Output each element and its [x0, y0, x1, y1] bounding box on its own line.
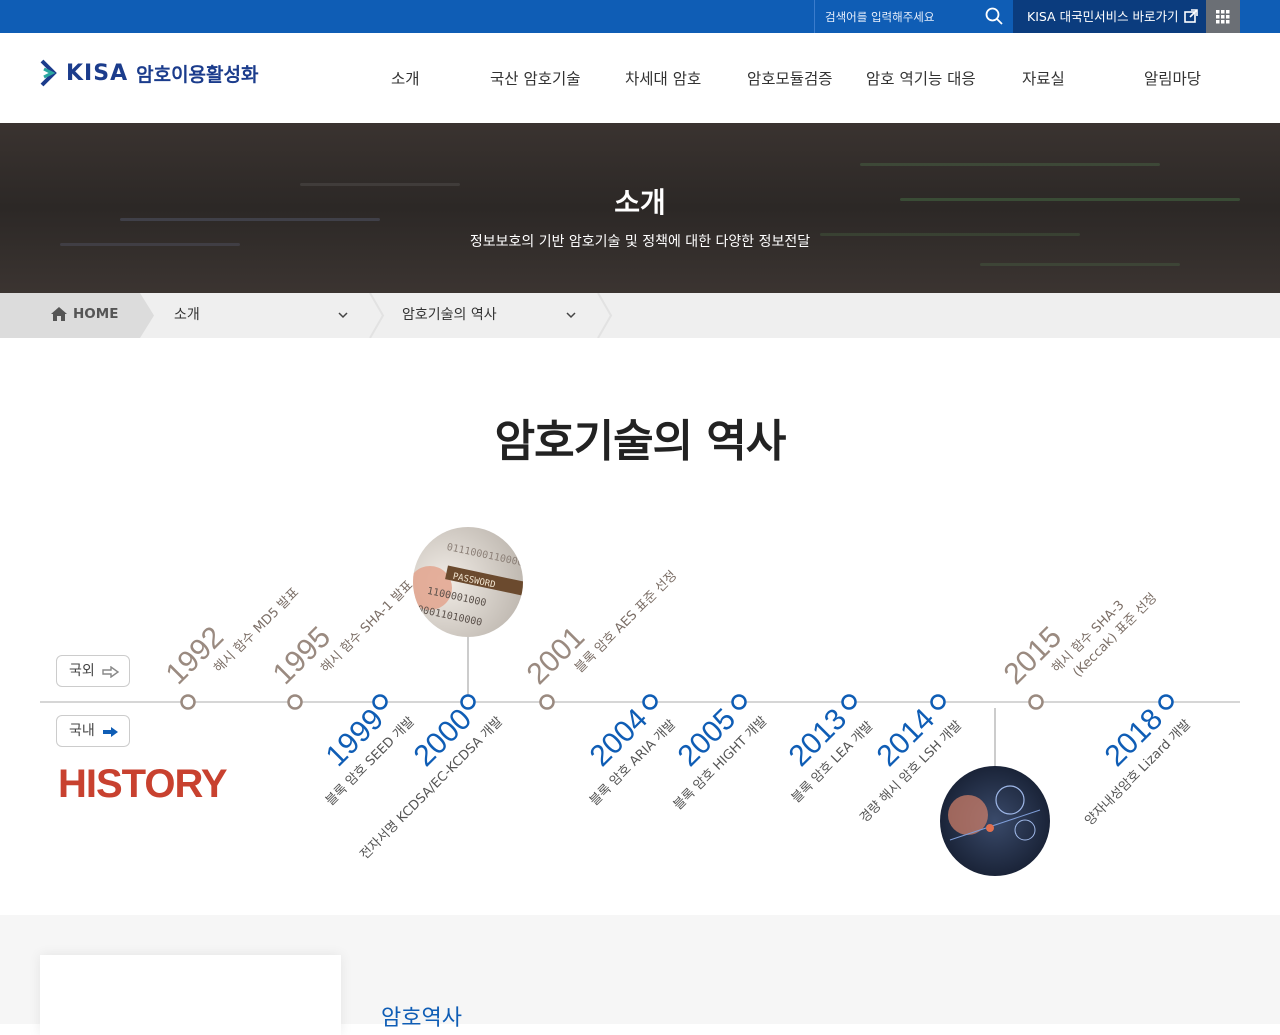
- kisa-link-label: KISA 대국민서비스 바로가기: [1027, 9, 1179, 24]
- event-text: 블록 암호 AES 표준 선정: [572, 568, 680, 676]
- nav-item-next-gen-crypto[interactable]: 차세대 암호: [625, 67, 701, 89]
- event-year: 2001: [521, 620, 592, 691]
- breadcrumb-level2-dropdown[interactable]: 암호기술의 역사: [402, 293, 582, 338]
- event-year: 1992: [160, 620, 231, 691]
- event-year: 2015: [998, 620, 1069, 691]
- password-photo: 0111000110000 PASSWORD 1100001000 100011…: [413, 527, 523, 637]
- search-button[interactable]: [983, 6, 1005, 28]
- timeline-marker-domestic: [642, 694, 658, 710]
- banner-title: 소개: [614, 186, 666, 219]
- event-domestic-2013: 2013 블록 암호 LEA 개발: [783, 702, 877, 806]
- page-banner: 소개 정보보호의 기반 암호기술 및 정책에 대한 다양한 정보전달: [0, 123, 1280, 293]
- timeline-marker-domestic: [930, 694, 946, 710]
- breadcrumb: HOME 소개 암호기술의 역사: [0, 293, 1280, 338]
- timeline-marker-foreign: [539, 694, 555, 710]
- nav-item-resources[interactable]: 자료실: [1022, 67, 1065, 89]
- event-domestic-2005: 2005 블록 암호 HIGHT 개발: [671, 702, 770, 813]
- external-link-icon: [1184, 9, 1198, 23]
- timeline-marker-domestic: [460, 694, 476, 710]
- event-foreign-2015: 2015 해시 함수 SHA-3 (Keccak) 표준 선정: [998, 591, 1161, 691]
- banner-code-line: [980, 263, 1180, 266]
- event-year: 1995: [267, 620, 338, 691]
- timeline-marker-foreign: [1028, 694, 1044, 710]
- nav-item-crypto-adverse[interactable]: 암호 역기능 대응: [866, 67, 976, 89]
- breadcrumb-separator: [140, 293, 154, 338]
- event-foreign-2001: 2001 블록 암호 AES 표준 선정: [521, 568, 681, 691]
- search-input[interactable]: [825, 7, 975, 27]
- search-box: [814, 0, 1012, 33]
- breadcrumb-level1-label: 소개: [174, 307, 200, 323]
- history-detail-card: [40, 955, 341, 1035]
- nav-item-notice[interactable]: 알림마당: [1144, 67, 1201, 89]
- banner-subtitle: 정보보호의 기반 암호기술 및 정책에 대한 다양한 정보전달: [469, 234, 811, 250]
- home-icon: [51, 307, 67, 321]
- timeline-marker-foreign: [287, 694, 303, 710]
- page-title: 암호기술의 역사: [494, 416, 787, 467]
- top-bar: KISA 대국민서비스 바로가기: [0, 0, 1280, 33]
- event-domestic-2004: 2004 블록 암호 ARIA 개발: [584, 702, 679, 809]
- timeline-marker-domestic: [731, 694, 747, 710]
- sitemap-button[interactable]: [1206, 0, 1240, 33]
- history-section-title: 암호역사: [381, 1006, 462, 1031]
- chevron-down-icon: [338, 312, 348, 319]
- event-domestic-2018: 2018 양자내성암호 Lizard 개발: [1082, 702, 1194, 828]
- grid-icon: [1216, 10, 1230, 24]
- breadcrumb-level1-dropdown[interactable]: 소개: [174, 293, 354, 338]
- breadcrumb-separator: [597, 293, 613, 338]
- timeline-marker-domestic: [1158, 694, 1174, 710]
- breadcrumb-separator: [369, 293, 385, 338]
- event-foreign-1995: 1995 해시 함수 SHA-1 발표: [267, 578, 417, 691]
- search-icon: [985, 7, 1003, 25]
- nav-item-module-validation[interactable]: 암호모듈검증: [747, 67, 833, 89]
- history-timeline: 0111000110000 PASSWORD 1100001000 100011…: [40, 527, 1240, 876]
- main-navigation: 소개 국산 암호기술 차세대 암호 암호모듈검증 암호 역기능 대응 자료실 알…: [0, 33, 1280, 123]
- event-domestic-1999: 1999 블록 암호 SEED 개발: [320, 702, 418, 809]
- banner-code-line: [860, 163, 1160, 166]
- chevron-down-icon: [566, 312, 576, 319]
- technology-photo: [940, 766, 1050, 876]
- breadcrumb-home[interactable]: HOME: [50, 306, 118, 322]
- event-text: 해시 함수 SHA-1 발표: [318, 578, 416, 676]
- timeline-marker-foreign: [180, 694, 196, 710]
- breadcrumb-home-area: HOME: [0, 293, 140, 338]
- breadcrumb-level2-label: 암호기술의 역사: [402, 307, 497, 323]
- timeline-marker-domestic: [372, 694, 388, 710]
- breadcrumb-home-label: HOME: [73, 306, 119, 322]
- kisa-public-service-link[interactable]: KISA 대국민서비스 바로가기: [1013, 0, 1206, 33]
- nav-item-intro[interactable]: 소개: [391, 67, 420, 89]
- nav-item-domestic-crypto[interactable]: 국산 암호기술: [490, 67, 581, 89]
- timeline-marker-domestic: [841, 694, 857, 710]
